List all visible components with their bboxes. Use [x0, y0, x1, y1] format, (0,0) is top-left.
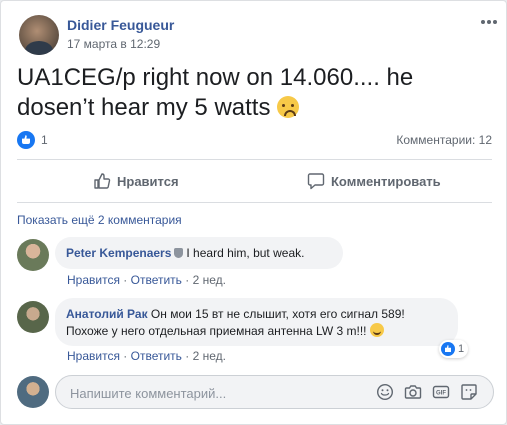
- like-button-label: Нравится: [117, 173, 179, 189]
- divider: [17, 159, 492, 160]
- comment-time[interactable]: 2 нед.: [193, 273, 226, 287]
- like-count[interactable]: 1: [41, 133, 48, 147]
- comment-button[interactable]: Комментировать: [307, 169, 441, 193]
- comment-button-label: Комментировать: [331, 173, 441, 189]
- show-previous-comments-link[interactable]: Показать ещё 2 комментария: [17, 213, 182, 227]
- like-button[interactable]: Нравится: [93, 169, 179, 193]
- post-card: Didier Feugueur 17 марта в 12:29 UA1CEG/…: [0, 0, 507, 425]
- comment-reply-link[interactable]: Ответить: [131, 349, 182, 363]
- svg-text:GIF: GIF: [436, 391, 446, 397]
- current-user-avatar[interactable]: [17, 376, 49, 408]
- comment-reply-link[interactable]: Ответить: [131, 273, 182, 287]
- comment-input[interactable]: [68, 383, 362, 403]
- commenter-avatar[interactable]: [17, 239, 49, 271]
- like-reaction-icon[interactable]: [17, 131, 35, 149]
- like-reaction-icon: [441, 342, 455, 356]
- comment-text-line: Похоже у него отдельная приемная антенна…: [66, 324, 367, 338]
- comment-author[interactable]: Peter Kempenaers: [66, 246, 171, 260]
- comment-author[interactable]: Анатолий Рак: [66, 307, 148, 321]
- comment-reaction-pill[interactable]: 1: [439, 340, 469, 358]
- post-date[interactable]: 17 марта в 12:29: [67, 37, 160, 51]
- sticker-icon[interactable]: [460, 383, 478, 401]
- comment-text-line: Он мои 15 вт не слышит, хотя его сигнал …: [150, 307, 405, 321]
- post-stats: 1 Комментарии: 12: [17, 131, 492, 149]
- comment-bubble-icon: [307, 173, 325, 190]
- camera-icon[interactable]: [404, 383, 422, 401]
- comment-text: I heard him, but weak.: [186, 246, 305, 260]
- comment-reaction-count: 1: [458, 343, 465, 355]
- post-body: UA1CEG/p right now on 14.060.... he dose…: [17, 63, 487, 123]
- comment-bubble: Peter Kempenaers I heard him, but weak.: [55, 237, 343, 269]
- comment-like-link[interactable]: Нравится: [67, 349, 120, 363]
- gif-icon[interactable]: GIF: [432, 383, 450, 401]
- more-options-icon[interactable]: [479, 15, 499, 29]
- post-author-name[interactable]: Didier Feugueur: [67, 17, 174, 33]
- commenter-avatar[interactable]: [17, 301, 49, 333]
- author-avatar[interactable]: [19, 15, 59, 55]
- comment-time[interactable]: 2 нед.: [193, 349, 226, 363]
- shield-badge-icon: [174, 248, 184, 258]
- sad-tear-emoji-icon: [277, 96, 300, 118]
- post-text: UA1CEG/p right now on 14.060.... he dose…: [17, 64, 414, 121]
- comments-count[interactable]: Комментарии: 12: [396, 133, 492, 147]
- thumbs-up-icon: [94, 173, 111, 189]
- comment-composer: GIF: [55, 375, 494, 409]
- comment-meta: Нравится · Ответить · 2 нед.: [67, 273, 227, 287]
- comment-meta: Нравится · Ответить · 2 нед.: [67, 349, 227, 363]
- comment-bubble: Анатолий Рак Он мои 15 вт не слышит, хот…: [55, 298, 458, 346]
- divider: [17, 202, 492, 203]
- comment-like-link[interactable]: Нравится: [67, 273, 120, 287]
- smile-emoji-icon: [369, 323, 384, 337]
- emoji-icon[interactable]: [376, 383, 394, 401]
